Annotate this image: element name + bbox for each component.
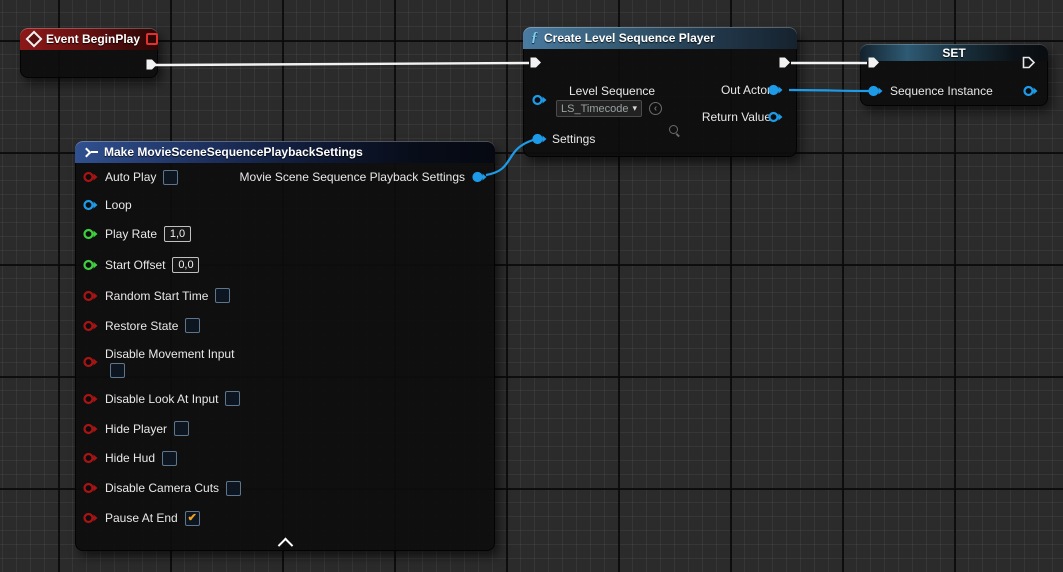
- pin-start-offset[interactable]: [83, 259, 98, 271]
- pin-label: Auto Play: [105, 170, 156, 184]
- pin-row: Pause At End ✔: [75, 503, 495, 533]
- node-make-playback-settings[interactable]: Make MovieSceneSequencePlaybackSettings …: [75, 141, 495, 551]
- collapse-chevron-icon[interactable]: [277, 537, 293, 553]
- pin-random-start-time[interactable]: [83, 290, 98, 302]
- event-node-title: Event BeginPlay: [46, 32, 140, 46]
- pin-label: Pause At End: [105, 511, 178, 525]
- exec-out-pin[interactable]: [777, 55, 792, 70]
- pin-label: Random Start Time: [105, 289, 208, 303]
- set-node-title: SET: [860, 46, 1048, 60]
- pin-label: Disable Camera Cuts: [105, 481, 219, 495]
- exec-wire-beginplay-to-create: [152, 63, 529, 65]
- check-icon: ✔: [188, 512, 197, 525]
- restore-state-checkbox[interactable]: [185, 318, 200, 333]
- event-node-header: Event BeginPlay: [20, 28, 158, 50]
- hide-hud-checkbox[interactable]: [162, 451, 177, 466]
- pin-row: Loop: [75, 191, 495, 219]
- pin-label: Hide Player: [105, 422, 167, 436]
- pin-label: Start Offset: [105, 258, 165, 272]
- object-wire-outactor-to-sequenceinstance: [789, 90, 869, 91]
- level-sequence-asset-dropdown[interactable]: LS_TimecodePr ▾: [556, 100, 642, 117]
- pin-out-actor[interactable]: [768, 84, 783, 96]
- exec-in-pin[interactable]: [528, 55, 543, 70]
- pin-level-sequence[interactable]: [532, 94, 547, 106]
- pin-hide-hud[interactable]: [83, 452, 98, 464]
- disable-camera-cuts-checkbox[interactable]: [226, 481, 241, 496]
- output-pin-label: Movie Scene Sequence Playback Settings: [240, 170, 465, 184]
- asset-dropdown-value: LS_TimecodePr: [561, 103, 629, 115]
- pin-hide-player[interactable]: [83, 423, 98, 435]
- pin-label: Play Rate: [105, 227, 157, 241]
- browse-asset-icon[interactable]: [668, 124, 681, 137]
- node-set-sequence-instance[interactable]: SET Sequence Instance: [860, 44, 1048, 106]
- pin-restore-state[interactable]: [83, 320, 98, 332]
- pin-label: Hide Hud: [105, 451, 155, 465]
- pin-row: Auto Play Movie Scene Sequence Playback …: [75, 163, 495, 191]
- function-icon: ƒ: [531, 31, 538, 45]
- pin-row: Random Start Time: [75, 281, 495, 310]
- pin-pause-at-end[interactable]: [83, 512, 98, 524]
- node-footer: [75, 533, 495, 551]
- exec-in-pin[interactable]: [866, 55, 881, 70]
- make-node-header: Make MovieSceneSequencePlaybackSettings: [75, 141, 495, 163]
- node-event-beginplay[interactable]: Event BeginPlay: [20, 28, 158, 78]
- return-value-pin-label: Return Value: [702, 110, 771, 124]
- exec-out-pin[interactable]: [144, 57, 159, 72]
- pin-disable-camera-cuts[interactable]: [83, 482, 98, 494]
- exec-out-pin[interactable]: [1021, 55, 1036, 70]
- use-selected-asset-icon[interactable]: ‹: [649, 102, 662, 115]
- settings-pin-label: Settings: [552, 132, 595, 146]
- pin-label: Restore State: [105, 319, 178, 333]
- blueprint-graph-canvas[interactable]: Event BeginPlay ƒ Create Level Sequence …: [0, 0, 1063, 572]
- pin-row: Hide Player: [75, 414, 495, 443]
- pin-row: Restore State: [75, 310, 495, 341]
- pin-label: Loop: [105, 198, 132, 212]
- pin-row: Disable Movement Input: [75, 341, 495, 383]
- random-start-time-checkbox[interactable]: [215, 288, 230, 303]
- make-node-title: Make MovieSceneSequencePlaybackSettings: [104, 145, 363, 159]
- pin-disable-look-at-input[interactable]: [83, 393, 98, 405]
- pin-row: Hide Hud: [75, 443, 495, 473]
- hide-player-checkbox[interactable]: [174, 421, 189, 436]
- sequence-instance-pin-label: Sequence Instance: [890, 84, 993, 98]
- pin-settings[interactable]: [532, 133, 547, 145]
- pin-play-rate[interactable]: [83, 228, 98, 240]
- pin-row: Play Rate: [75, 219, 495, 249]
- pin-row: Start Offset: [75, 249, 495, 281]
- pin-label: Disable Look At Input: [105, 392, 218, 406]
- create-node-title: Create Level Sequence Player: [544, 31, 715, 45]
- pin-return-value[interactable]: [768, 111, 783, 123]
- level-sequence-pin-label: Level Sequence: [569, 84, 655, 98]
- make-struct-icon: [83, 149, 98, 156]
- event-diamond-icon: [26, 31, 43, 48]
- event-debug-badge-icon: [146, 33, 158, 45]
- disable-movement-input-checkbox[interactable]: [110, 363, 125, 378]
- start-offset-field[interactable]: [172, 257, 199, 273]
- disable-look-at-input-checkbox[interactable]: [225, 391, 240, 406]
- node-create-level-sequence-player[interactable]: ƒ Create Level Sequence Player Level Seq…: [523, 27, 797, 157]
- pin-row: Disable Camera Cuts: [75, 473, 495, 503]
- pin-row: Disable Look At Input: [75, 383, 495, 414]
- pin-disable-movement-input[interactable]: [83, 356, 98, 368]
- pin-loop[interactable]: [83, 199, 98, 211]
- pin-set-output[interactable]: [1023, 85, 1038, 97]
- out-actor-pin-label: Out Actor: [721, 83, 771, 97]
- pin-label: Disable Movement Input: [105, 347, 234, 361]
- auto-play-checkbox[interactable]: [163, 170, 178, 185]
- pin-auto-play[interactable]: [83, 171, 98, 183]
- pin-sequence-instance[interactable]: [868, 85, 883, 97]
- chevron-down-icon: ▾: [632, 104, 637, 113]
- create-node-header: ƒ Create Level Sequence Player: [523, 27, 797, 49]
- play-rate-field[interactable]: [164, 226, 191, 242]
- pause-at-end-checkbox[interactable]: ✔: [185, 511, 200, 526]
- pin-playback-settings-output[interactable]: [472, 171, 487, 183]
